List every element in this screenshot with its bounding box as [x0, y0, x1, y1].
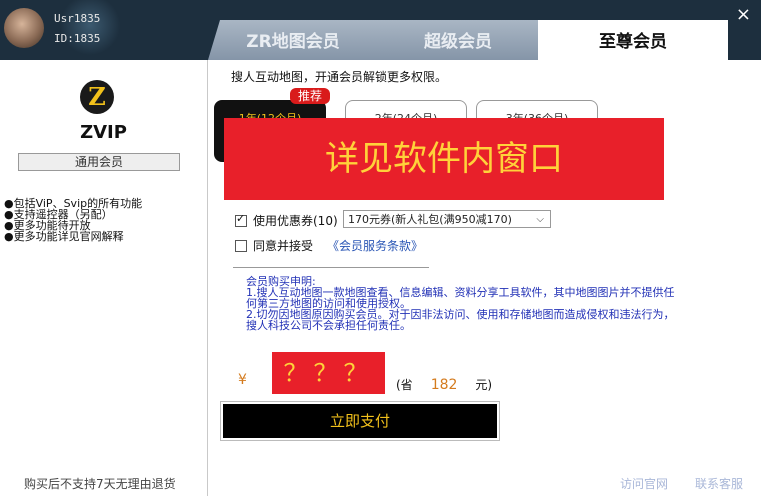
purchase-statement: 会员购买申明: 1.搜人互动地图一款地图查看、信息编辑、资料分享工具软件，其中地…: [246, 276, 726, 331]
pay-now-button[interactable]: 立即支付: [220, 401, 500, 441]
membership-tabs: ZR地图会员 超级会员 至尊会员: [208, 20, 728, 60]
main-panel: 搜人互动地图，开通会员解锁更多权限。 1年(12个月) 2年(24个月) 3年(…: [208, 60, 761, 496]
sidebar-title: ZVIP: [80, 122, 127, 143]
visit-official-site-link[interactable]: 访问官网: [620, 475, 668, 492]
coupon-select-value: 170元券(新人礼包(满950减170): [348, 213, 512, 226]
username: Usr1835: [54, 12, 101, 25]
tab-super-member[interactable]: 超级会员: [378, 20, 538, 60]
chevron-down-icon: ⌵: [536, 214, 544, 225]
tab-zr-map-member[interactable]: ZR地图会员: [208, 20, 378, 60]
feature-item: ●更多功能详见官网解释: [4, 230, 124, 243]
close-icon[interactable]: ×: [736, 4, 751, 25]
agree-checkbox[interactable]: [235, 239, 247, 252]
refund-note: 购买后不支持7天无理由退货: [24, 477, 176, 491]
save-suffix: 元): [475, 378, 493, 392]
price-display: ？？？: [272, 352, 385, 394]
agree-row: 同意并接受 《会员服务条款》: [235, 237, 423, 254]
savings-text: (省 182 元): [396, 376, 492, 393]
zvip-logo-icon: Z: [80, 80, 114, 114]
avatar[interactable]: [4, 8, 44, 48]
divider: [233, 267, 429, 268]
tab-supreme-member[interactable]: 至尊会员: [538, 20, 728, 60]
header-bar: Usr1835 ID:1835 ZR地图会员 超级会员 至尊会员 ×: [0, 0, 761, 60]
yen-symbol: ¥: [238, 372, 247, 388]
recommend-badge: 推荐: [290, 88, 330, 104]
coupon-checkbox[interactable]: [235, 212, 247, 227]
feature-list: ●包括ViP、Svip的所有功能 ●支持遥控器（另配） ●更多功能待开放 ●更多…: [4, 198, 142, 242]
user-id: ID:1835: [54, 32, 101, 45]
agree-label: 同意并接受: [253, 239, 314, 253]
sidebar: Z ZVIP 通用会员 ●包括ViP、Svip的所有功能 ●支持遥控器（另配） …: [0, 60, 208, 496]
pay-now-label: 立即支付: [223, 404, 497, 438]
coupon-row: 使用优惠券(10): [235, 212, 338, 229]
terms-link[interactable]: 《会员服务条款》: [327, 237, 423, 254]
contact-service-link[interactable]: 联系客服: [695, 475, 743, 492]
statement-line: 搜人科技公司不会承担任何责任。: [246, 319, 411, 332]
common-member-button[interactable]: 通用会员: [18, 153, 180, 171]
save-prefix: (省: [396, 378, 413, 392]
intro-text: 搜人互动地图，开通会员解锁更多权限。: [231, 70, 448, 84]
coupon-select[interactable]: 170元券(新人礼包(满950减170) ⌵: [343, 210, 551, 228]
overlay-banner: 详见软件内窗口: [224, 118, 664, 200]
save-amount: 182: [430, 377, 458, 393]
coupon-label: 使用优惠券(10): [253, 214, 338, 228]
